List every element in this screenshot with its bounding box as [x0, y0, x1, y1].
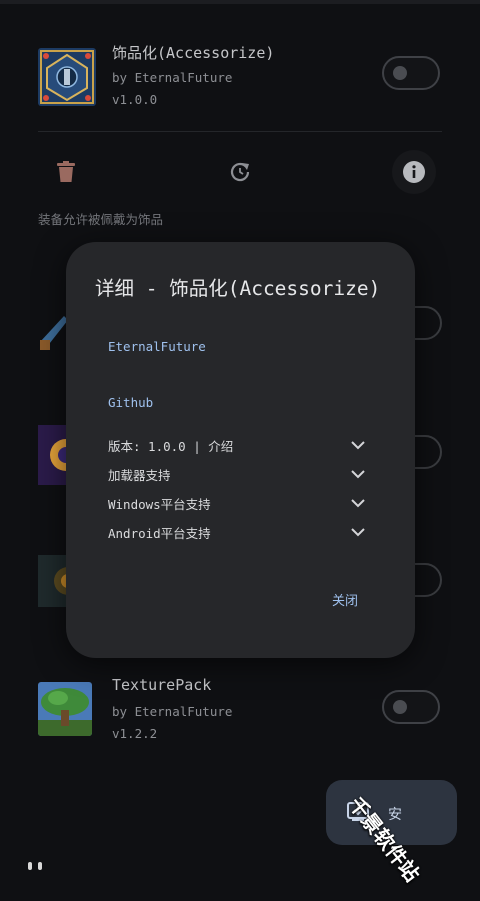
mod-thumbnail: [38, 48, 96, 106]
mod-author: by EternalFuture: [112, 704, 233, 719]
mod-version: v1.2.2: [112, 726, 158, 741]
dialog-title: 详细 - 饰品化(Accessorize): [95, 277, 381, 300]
mod-card-texturepack[interactable]: TexturePack by EternalFuture v1.2.2: [38, 676, 448, 752]
toggle-knob: [393, 66, 407, 80]
section-loader-support[interactable]: 加载器支持: [108, 465, 368, 487]
refresh-button[interactable]: [218, 150, 262, 194]
mod-enable-toggle[interactable]: [382, 690, 440, 724]
author-link[interactable]: EternalFuture: [108, 339, 206, 354]
divider: [38, 131, 442, 132]
mod-version: v1.0.0: [112, 92, 158, 107]
github-link[interactable]: Github: [108, 395, 153, 410]
chevron-down-icon: [351, 470, 365, 479]
section-label: Windows平台支持: [108, 497, 211, 512]
section-label: 版本: 1.0.0 | 介绍: [108, 439, 234, 454]
section-windows-support[interactable]: Windows平台支持: [108, 494, 368, 516]
mod-description: 装备允许被佩戴为饰品: [38, 212, 164, 227]
status-bar-edge: [0, 0, 480, 4]
mod-enable-toggle[interactable]: [382, 56, 440, 90]
trash-icon: [57, 161, 75, 182]
nav-handle-icon: [28, 862, 42, 870]
refresh-icon: [230, 162, 250, 182]
mod-thumbnail: [40, 316, 68, 350]
section-android-support[interactable]: Android平台支持: [108, 523, 368, 545]
info-icon: [403, 161, 425, 183]
chevron-down-icon: [351, 441, 365, 450]
mod-thumbnail: [38, 425, 68, 485]
section-label: 加载器支持: [108, 468, 171, 483]
mod-card-accessorize[interactable]: 饰品化(Accessorize) by EternalFuture v1.0.0: [38, 44, 448, 118]
mod-name: 饰品化(Accessorize): [112, 44, 275, 62]
chevron-down-icon: [351, 528, 365, 537]
section-label: Android平台支持: [108, 526, 211, 541]
mod-author: by EternalFuture: [112, 70, 233, 85]
mod-thumbnail: [38, 555, 68, 607]
info-button[interactable]: [392, 150, 436, 194]
mod-thumbnail: [38, 682, 92, 736]
mod-name: TexturePack: [112, 676, 212, 694]
mod-details-dialog: 详细 - 饰品化(Accessorize) EternalFuture Gith…: [66, 242, 415, 658]
toggle-knob: [393, 700, 407, 714]
section-version-intro[interactable]: 版本: 1.0.0 | 介绍: [108, 436, 368, 458]
chevron-down-icon: [351, 499, 365, 508]
delete-button[interactable]: [44, 150, 88, 194]
close-button[interactable]: 关闭: [332, 590, 358, 609]
